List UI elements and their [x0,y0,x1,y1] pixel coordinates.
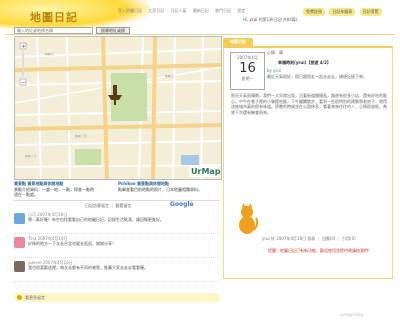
svg-text:+: + [22,44,26,50]
info-description-2: 點擊查看目前地點的照片，日本地圖相關資料。 [118,187,202,192]
nav-item-latest[interactable]: 最新日記 [193,8,209,13]
section-tab[interactable]: 地圖日記 [223,38,253,46]
nav-item-hot[interactable]: 熱門日記 [215,8,231,13]
header-right-links: 免費註冊 日記年曆表 日記導覽 [300,8,382,16]
mood-label: 心情：晴 [267,50,283,55]
google-logo: Google [170,201,194,208]
svg-text:−: − [22,80,26,86]
comment-text: 好棒的地方～下次去台北也要去逛逛，謝謝分享！ [28,241,116,246]
nav-item-settings[interactable]: 設定 [237,8,245,13]
entry-meta[interactable]: yrui 於 2007年4月16日 發表 ｜ 回應(0) ｜ 引用(0) [262,236,386,241]
comment-item: joanne 2007年4月16日 我也很喜歡這裡，每次去都有不同的感覺，推薦大… [14,258,220,282]
entry-body: 那天天氣很晴朗，我們一大早就出發，沿著街道慢慢逛，路邊有很多小店，還有好吃的點心… [231,93,387,115]
urmap-logo: UrMap [189,165,221,177]
comment-item: 小可 2007年4月16日 嗯...真好喔！有空也找看看自己的地圖日記，記錄生活… [14,210,220,234]
entry-title[interactable]: 幸福時刻(yrui)【旅遊 4/2】 [278,60,331,66]
entry-author[interactable]: by yrui [267,68,281,73]
map-water [181,155,199,165]
entry-summary: 最近天氣很好，假日跟朋友一起去走走，順便記錄下來。 [267,74,367,79]
user-line-prefix: Hi, [243,17,250,22]
notice-text[interactable]: 提醒：地圖日記已有新功能，歡迎使用並提供建議給我們！ [268,248,390,253]
site-logo[interactable]: 地圖日記 [30,9,78,25]
more-comments-link[interactable]: 看更多留言 [25,295,45,301]
guide-button[interactable]: 日記導覽 [359,8,382,16]
search-button[interactable]: 搜尋地址或標 [96,27,130,34]
info-description: 景點介紹資料：一處一地，一點，探查一點時遠在一點處。 [14,187,94,197]
nav-item-all-diaries[interactable]: 大家日記 [148,8,164,13]
user-line-suffix: 的第1頁日記(共84篇) [257,17,298,22]
svg-text:■■大道: ■■大道 [25,153,37,158]
footer-watermark: urmap blog [340,312,363,317]
date-weekday: 星期一 [241,76,254,81]
date-box: 2007年4月 16 星期一 [230,52,265,90]
map-logo-text: UrMap [191,167,221,176]
avatar[interactable] [14,213,25,224]
comment-tabs[interactable]: 日記訪客留言 ｜ 觀看留言 [85,203,132,209]
user-line: Hi, yrui 的第1頁日記(共84篇) [243,17,297,23]
nav-item-login[interactable]: 登入地圖日記 [118,8,142,13]
svg-text:■■公園: ■■公園 [75,133,87,138]
map-park-small [75,149,101,165]
comment-text: 我也很喜歡這裡，每次去都有不同的感覺，推薦大家去走走看看喔。 [28,265,148,270]
map-canvas[interactable]: ■■路 ■■街 ■■公園 ■■大道 + − UrMap [15,37,221,179]
comment-item: Tina 2007年4月16日 好棒的地方～下次去台北也要去逛逛，謝謝分享！ [14,234,220,258]
nav-item-popular[interactable]: 日記人氣 [171,8,187,13]
avatar[interactable] [14,237,25,248]
header-divider [5,34,395,35]
comment-text: 嗯...真好喔！有空也找看看自己的地圖日記，記錄生活點滴，讓回憶更美好。 [28,217,164,222]
top-nav: 登入地圖日記 大家日記 日記人氣 最新日記 熱門日記 設定 [118,8,250,14]
svg-text:■■路: ■■路 [45,51,54,56]
search-input[interactable] [14,27,93,34]
calendar-button[interactable]: 日記年曆表 [329,8,356,16]
register-button[interactable]: 免費註冊 [303,8,325,16]
svg-text:■■街: ■■街 [165,73,174,78]
map-view[interactable]: ■■路 ■■街 ■■公園 ■■大道 + − UrMap [14,36,222,180]
avatar[interactable] [14,261,25,272]
bullet-icon [17,295,22,300]
comment-list: 小可 2007年4月16日 嗯...真好喔！有空也找看看自己的地圖日記，記錄生活… [14,210,220,282]
date-day: 16 [239,61,256,76]
cat-mascot-icon [239,203,259,234]
